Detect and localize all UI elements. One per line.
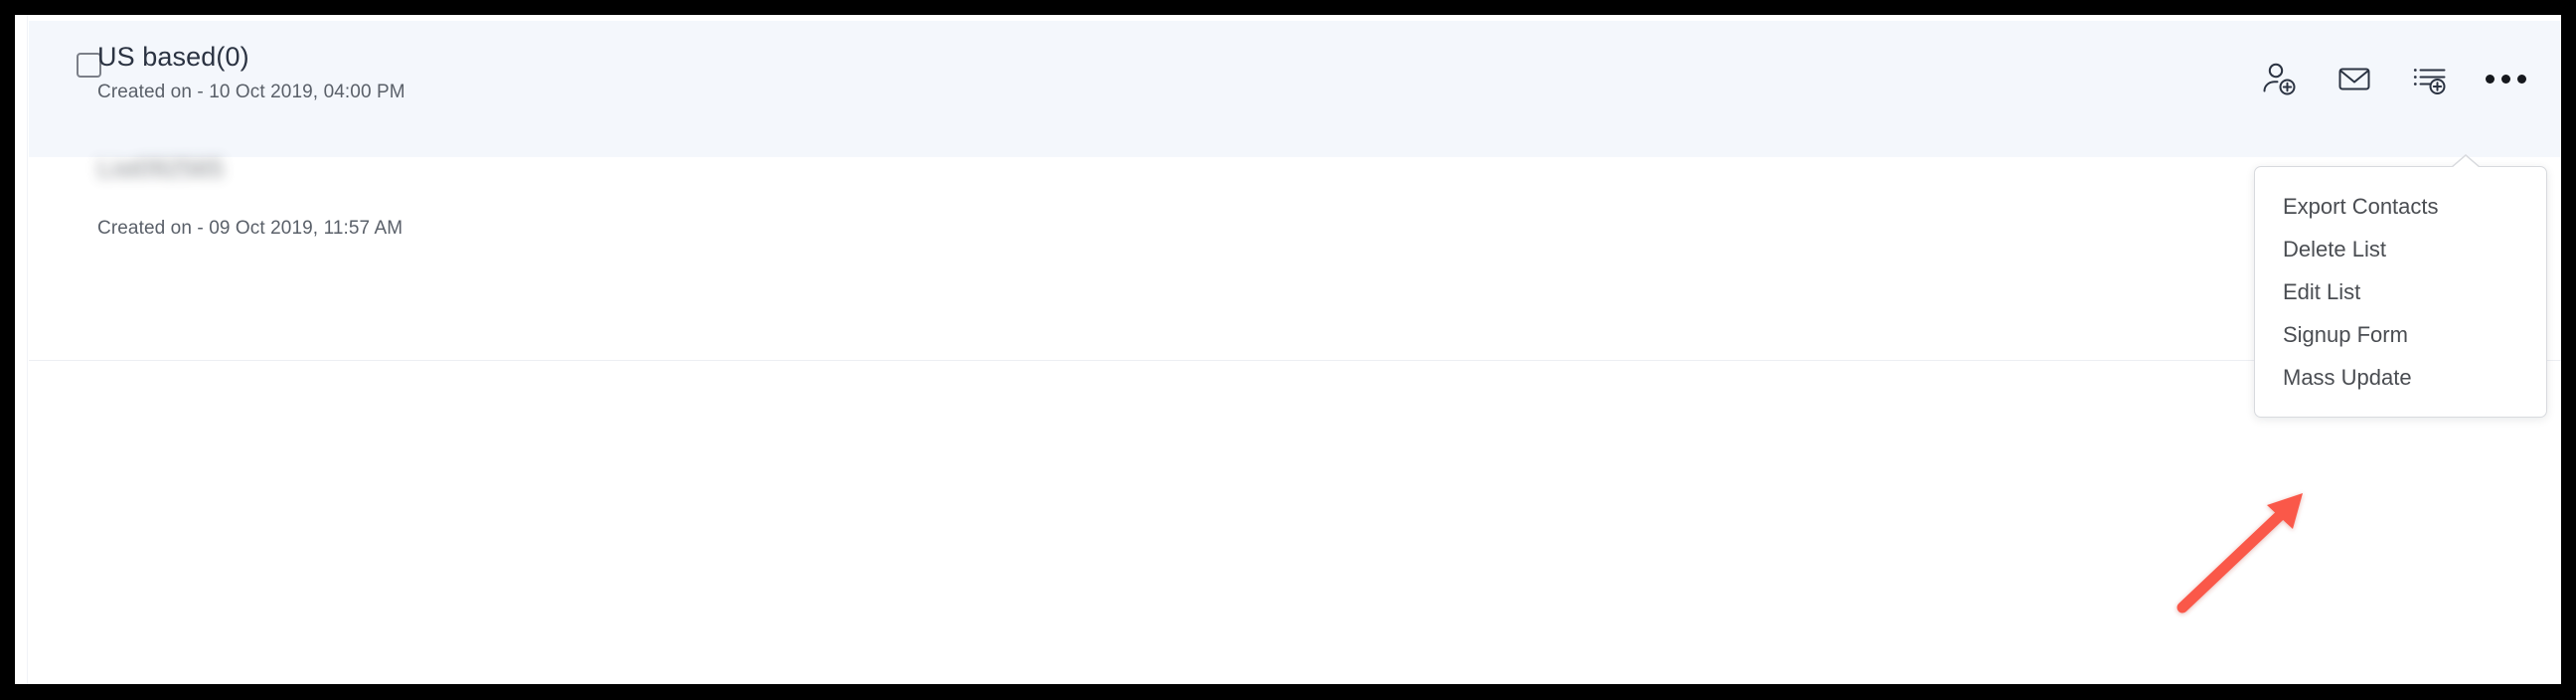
table-row[interactable]: US based(0) Created on - 10 Oct 2019, 04… — [29, 21, 2561, 157]
menu-item-signup-form[interactable]: Signup Form — [2255, 313, 2546, 356]
list-name: List092565 — [97, 153, 225, 183]
menu-caret-fill — [2452, 156, 2480, 168]
app-window: US based(0) Created on - 10 Oct 2019, 04… — [15, 15, 2561, 684]
table-row[interactable]: List092565 Created on - 09 Oct 2019, 11:… — [29, 153, 2561, 360]
send-email-icon[interactable] — [2333, 57, 2376, 100]
dot — [2500, 74, 2510, 84]
add-contact-icon[interactable] — [2257, 57, 2301, 100]
list-created-on: Created on - 10 Oct 2019, 04:00 PM — [97, 82, 405, 102]
list-panel: US based(0) Created on - 10 Oct 2019, 04… — [29, 15, 2561, 684]
more-options-menu: Export Contacts Delete List Edit List Si… — [2254, 154, 2547, 418]
more-options-icon[interactable] — [2484, 57, 2527, 100]
screenshot-frame: US based(0) Created on - 10 Oct 2019, 04… — [0, 0, 2576, 700]
dot — [2516, 74, 2526, 84]
menu-item-edit-list[interactable]: Edit List — [2255, 270, 2546, 313]
list-created-on: Created on - 09 Oct 2019, 11:57 AM — [97, 218, 403, 239]
row-divider — [29, 360, 2561, 361]
menu-item-mass-update[interactable]: Mass Update — [2255, 356, 2546, 399]
add-to-list-icon[interactable] — [2408, 57, 2452, 100]
dot — [2485, 74, 2495, 84]
menu-item-delete-list[interactable]: Delete List — [2255, 228, 2546, 270]
left-gutter — [15, 15, 28, 684]
menu-item-export-contacts[interactable]: Export Contacts — [2255, 185, 2546, 228]
row-action-toolbar — [2257, 57, 2527, 100]
list-name: US based(0) — [97, 42, 249, 72]
